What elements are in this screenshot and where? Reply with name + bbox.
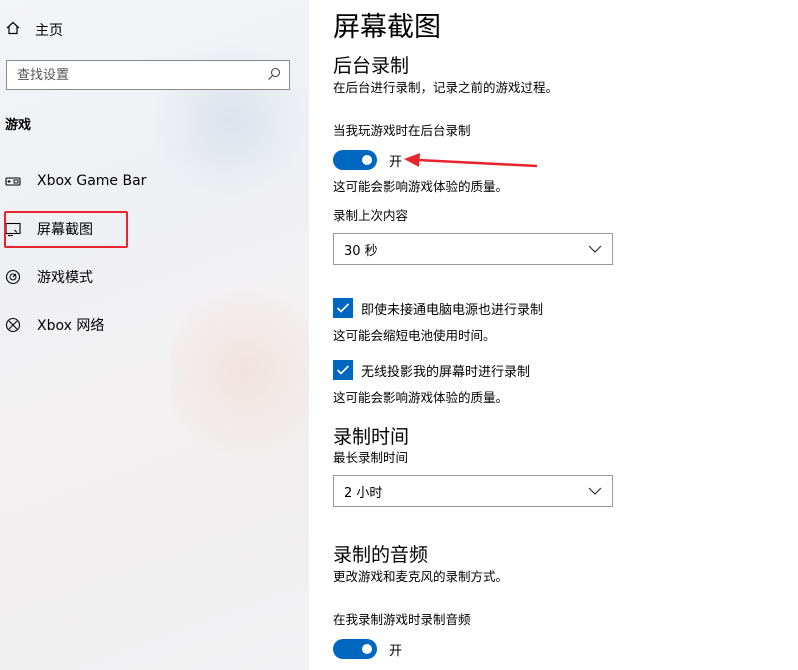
record-last-value: 30 秒	[344, 243, 378, 259]
wireless-recording-label: 无线投影我的屏幕时进行录制	[361, 364, 531, 380]
home-nav-item[interactable]: 主页	[5, 18, 63, 42]
record-audio-toggle-label: 在我录制游戏时录制音频	[333, 612, 471, 627]
recording-length-heading: 录制时间	[333, 426, 410, 448]
home-label: 主页	[35, 23, 63, 39]
background-recording-note: 这可能会影响游戏体验的质量。	[333, 179, 509, 194]
sidebar-item-xbox-network[interactable]: Xbox 网络	[5, 313, 104, 337]
recorded-audio-heading: 录制的音频	[333, 544, 429, 566]
settings-main-panel: 屏幕截图 后台录制 在后台进行录制，记录之前的游戏过程。 当我玩游戏时在后台录制…	[309, 0, 798, 670]
sidebar-item-game-mode[interactable]: 游戏模式	[5, 265, 93, 289]
max-recording-length-value: 2 小时	[344, 485, 383, 501]
background-recording-toggle-row: 开	[333, 149, 402, 171]
checkmark-icon	[336, 365, 350, 375]
battery-recording-label: 即使未接通电脑电源也进行录制	[361, 302, 544, 318]
max-recording-length-label: 最长录制时间	[333, 450, 409, 465]
sidebar-item-label: Xbox 网络	[37, 318, 105, 334]
record-audio-toggle-row: 开	[333, 638, 402, 660]
captures-icon	[5, 221, 21, 237]
toggle-state-label: 开	[389, 154, 403, 170]
search-icon[interactable]	[267, 66, 281, 85]
settings-sidebar: 主页 游戏 Xbox Game Bar 屏幕截图 游戏模式 Xbox 网络	[0, 0, 309, 670]
search-settings-box[interactable]	[6, 60, 290, 90]
wireless-recording-checkbox-row[interactable]: 无线投影我的屏幕时进行录制	[333, 359, 530, 381]
record-last-dropdown[interactable]: 30 秒	[333, 233, 613, 265]
search-input[interactable]	[15, 66, 267, 84]
xbox-icon	[5, 317, 21, 333]
chevron-down-icon	[588, 242, 602, 257]
battery-recording-note: 这可能会缩短电池使用时间。	[333, 328, 496, 343]
sidebar-item-captures[interactable]: 屏幕截图	[5, 217, 93, 241]
home-icon	[5, 20, 21, 40]
section-title: 游戏	[5, 118, 32, 133]
background-recording-toggle[interactable]	[333, 150, 377, 170]
game-bar-icon	[5, 173, 21, 189]
background-recording-heading: 后台录制	[333, 55, 410, 77]
background-blur	[170, 270, 309, 470]
page-title: 屏幕截图	[333, 12, 441, 43]
wireless-recording-note: 这可能会影响游戏体验的质量。	[333, 390, 509, 405]
max-recording-length-dropdown[interactable]: 2 小时	[333, 475, 613, 507]
toggle-state-label: 开	[389, 643, 403, 659]
background-recording-description: 在后台进行录制，记录之前的游戏过程。	[333, 80, 559, 95]
sidebar-item-label: 屏幕截图	[37, 222, 93, 238]
battery-recording-checkbox-row[interactable]: 即使未接通电脑电源也进行录制	[333, 297, 543, 319]
record-last-label: 录制上次内容	[333, 208, 409, 223]
sidebar-item-xbox-game-bar[interactable]: Xbox Game Bar	[5, 169, 146, 193]
checkmark-icon	[336, 303, 350, 313]
recorded-audio-description: 更改游戏和麦克风的录制方式。	[333, 569, 509, 584]
toggle-knob	[362, 644, 372, 654]
game-mode-icon	[5, 269, 21, 285]
toggle-knob	[362, 155, 372, 165]
sidebar-item-label: Xbox Game Bar	[37, 173, 147, 189]
background-recording-toggle-label: 当我玩游戏时在后台录制	[333, 123, 471, 138]
sidebar-item-label: 游戏模式	[37, 270, 93, 286]
battery-recording-checkbox[interactable]	[333, 298, 353, 318]
record-audio-toggle[interactable]	[333, 639, 377, 659]
chevron-down-icon	[588, 484, 602, 499]
wireless-recording-checkbox[interactable]	[333, 360, 353, 380]
